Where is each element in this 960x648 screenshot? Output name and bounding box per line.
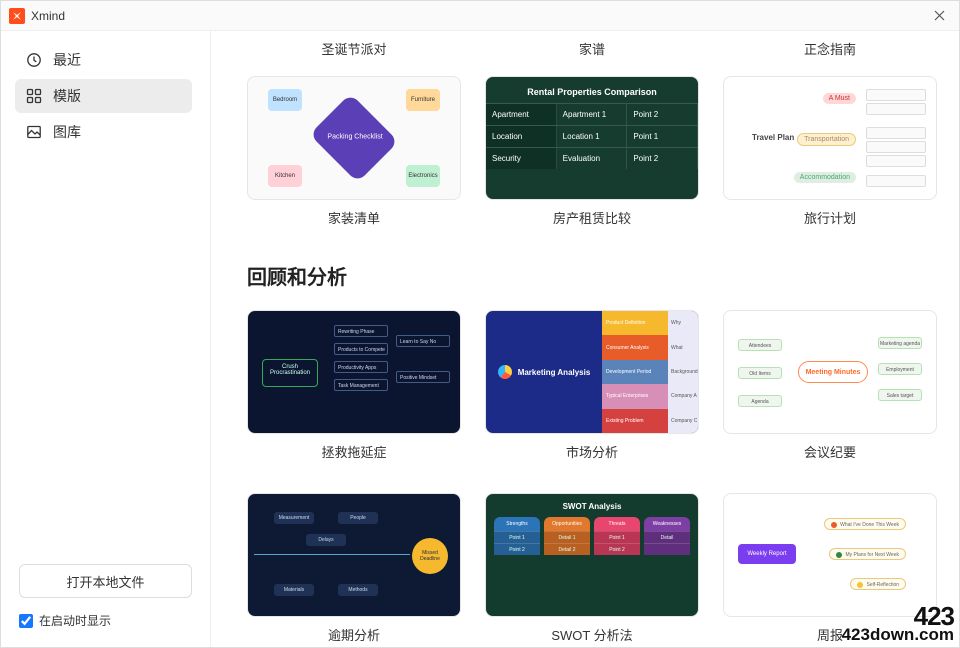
template-thumbnail: Marketing Analysis Product DefinitionWhy… [485,310,699,434]
sidebar: 最近 模版 图库 打开本地文件 [1,31,211,647]
sidebar-item-label: 最近 [53,50,81,70]
template-caption: 正念指南 [723,39,937,58]
close-button[interactable] [927,4,951,28]
template-card-meeting[interactable]: Meeting Minutes Attendees Old Items Agen… [723,310,937,481]
sidebar-item-recent[interactable]: 最近 [15,43,192,77]
clock-icon [25,51,43,69]
template-caption: 拯救拖延症 [247,442,461,461]
templates-icon [25,87,43,105]
library-icon [25,123,43,141]
show-on-startup[interactable]: 在启动时显示 [19,612,192,635]
sidebar-item-label: 模版 [53,86,81,106]
template-caption: 旅行计划 [723,208,937,227]
template-thumbnail: SWOT Analysis StrengthsPoint 1Point 2 Op… [485,493,699,617]
template-caption: 周报 [723,625,937,644]
titlebar: Xmind [1,1,959,31]
template-thumbnail: Travel Plan A Must Transportation Accomm… [723,76,937,200]
template-thumbnail: Rental Properties Comparison ApartmentAp… [485,76,699,200]
template-caption: 家装清单 [247,208,461,227]
show-on-startup-checkbox[interactable] [19,614,33,628]
sidebar-item-label: 图库 [53,122,81,142]
template-caption: 逾期分析 [247,625,461,644]
template-caption: SWOT 分析法 [485,625,699,644]
template-caption: 会议纪要 [723,442,937,461]
template-caption: 市场分析 [485,442,699,461]
template-card-rental[interactable]: Rental Properties Comparison ApartmentAp… [485,76,699,247]
template-card-market[interactable]: Marketing Analysis Product DefinitionWhy… [485,310,699,481]
template-caption: 圣诞节派对 [247,39,461,58]
template-card-packing[interactable]: Bedroom Furniture Kitchen Electronics 家装… [247,76,461,247]
templates-main: 圣诞节派对 家谱 正念指南 Bedroom Furniture Kitchen … [211,31,959,647]
template-thumbnail: Weekly Report What I've Done This Week M… [723,493,937,617]
section-title-review: 回顾和分析 [247,261,939,290]
template-card-swot[interactable]: SWOT Analysis StrengthsPoint 1Point 2 Op… [485,493,699,647]
template-card-procrastination[interactable]: Crush Procrastination Rewriting Phase Pr… [247,310,461,481]
show-on-startup-label: 在启动时显示 [39,612,111,629]
template-card-weekly[interactable]: Weekly Report What I've Done This Week M… [723,493,937,647]
app-title: Xmind [31,9,65,23]
sidebar-item-library[interactable]: 图库 [15,115,192,149]
open-local-button[interactable]: 打开本地文件 [19,564,192,598]
sidebar-item-templates[interactable]: 模版 [15,79,192,113]
app-logo-icon [9,8,25,24]
template-card-travel[interactable]: Travel Plan A Must Transportation Accomm… [723,76,937,247]
template-caption: 家谱 [485,39,699,58]
template-card-deadline[interactable]: Missed Deadline Measurement People Mater… [247,493,461,647]
template-caption: 房产租赁比较 [485,208,699,227]
template-thumbnail: Bedroom Furniture Kitchen Electronics [247,76,461,200]
template-thumbnail: Crush Procrastination Rewriting Phase Pr… [247,310,461,434]
template-thumbnail: Missed Deadline Measurement People Mater… [247,493,461,617]
template-thumbnail: Meeting Minutes Attendees Old Items Agen… [723,310,937,434]
